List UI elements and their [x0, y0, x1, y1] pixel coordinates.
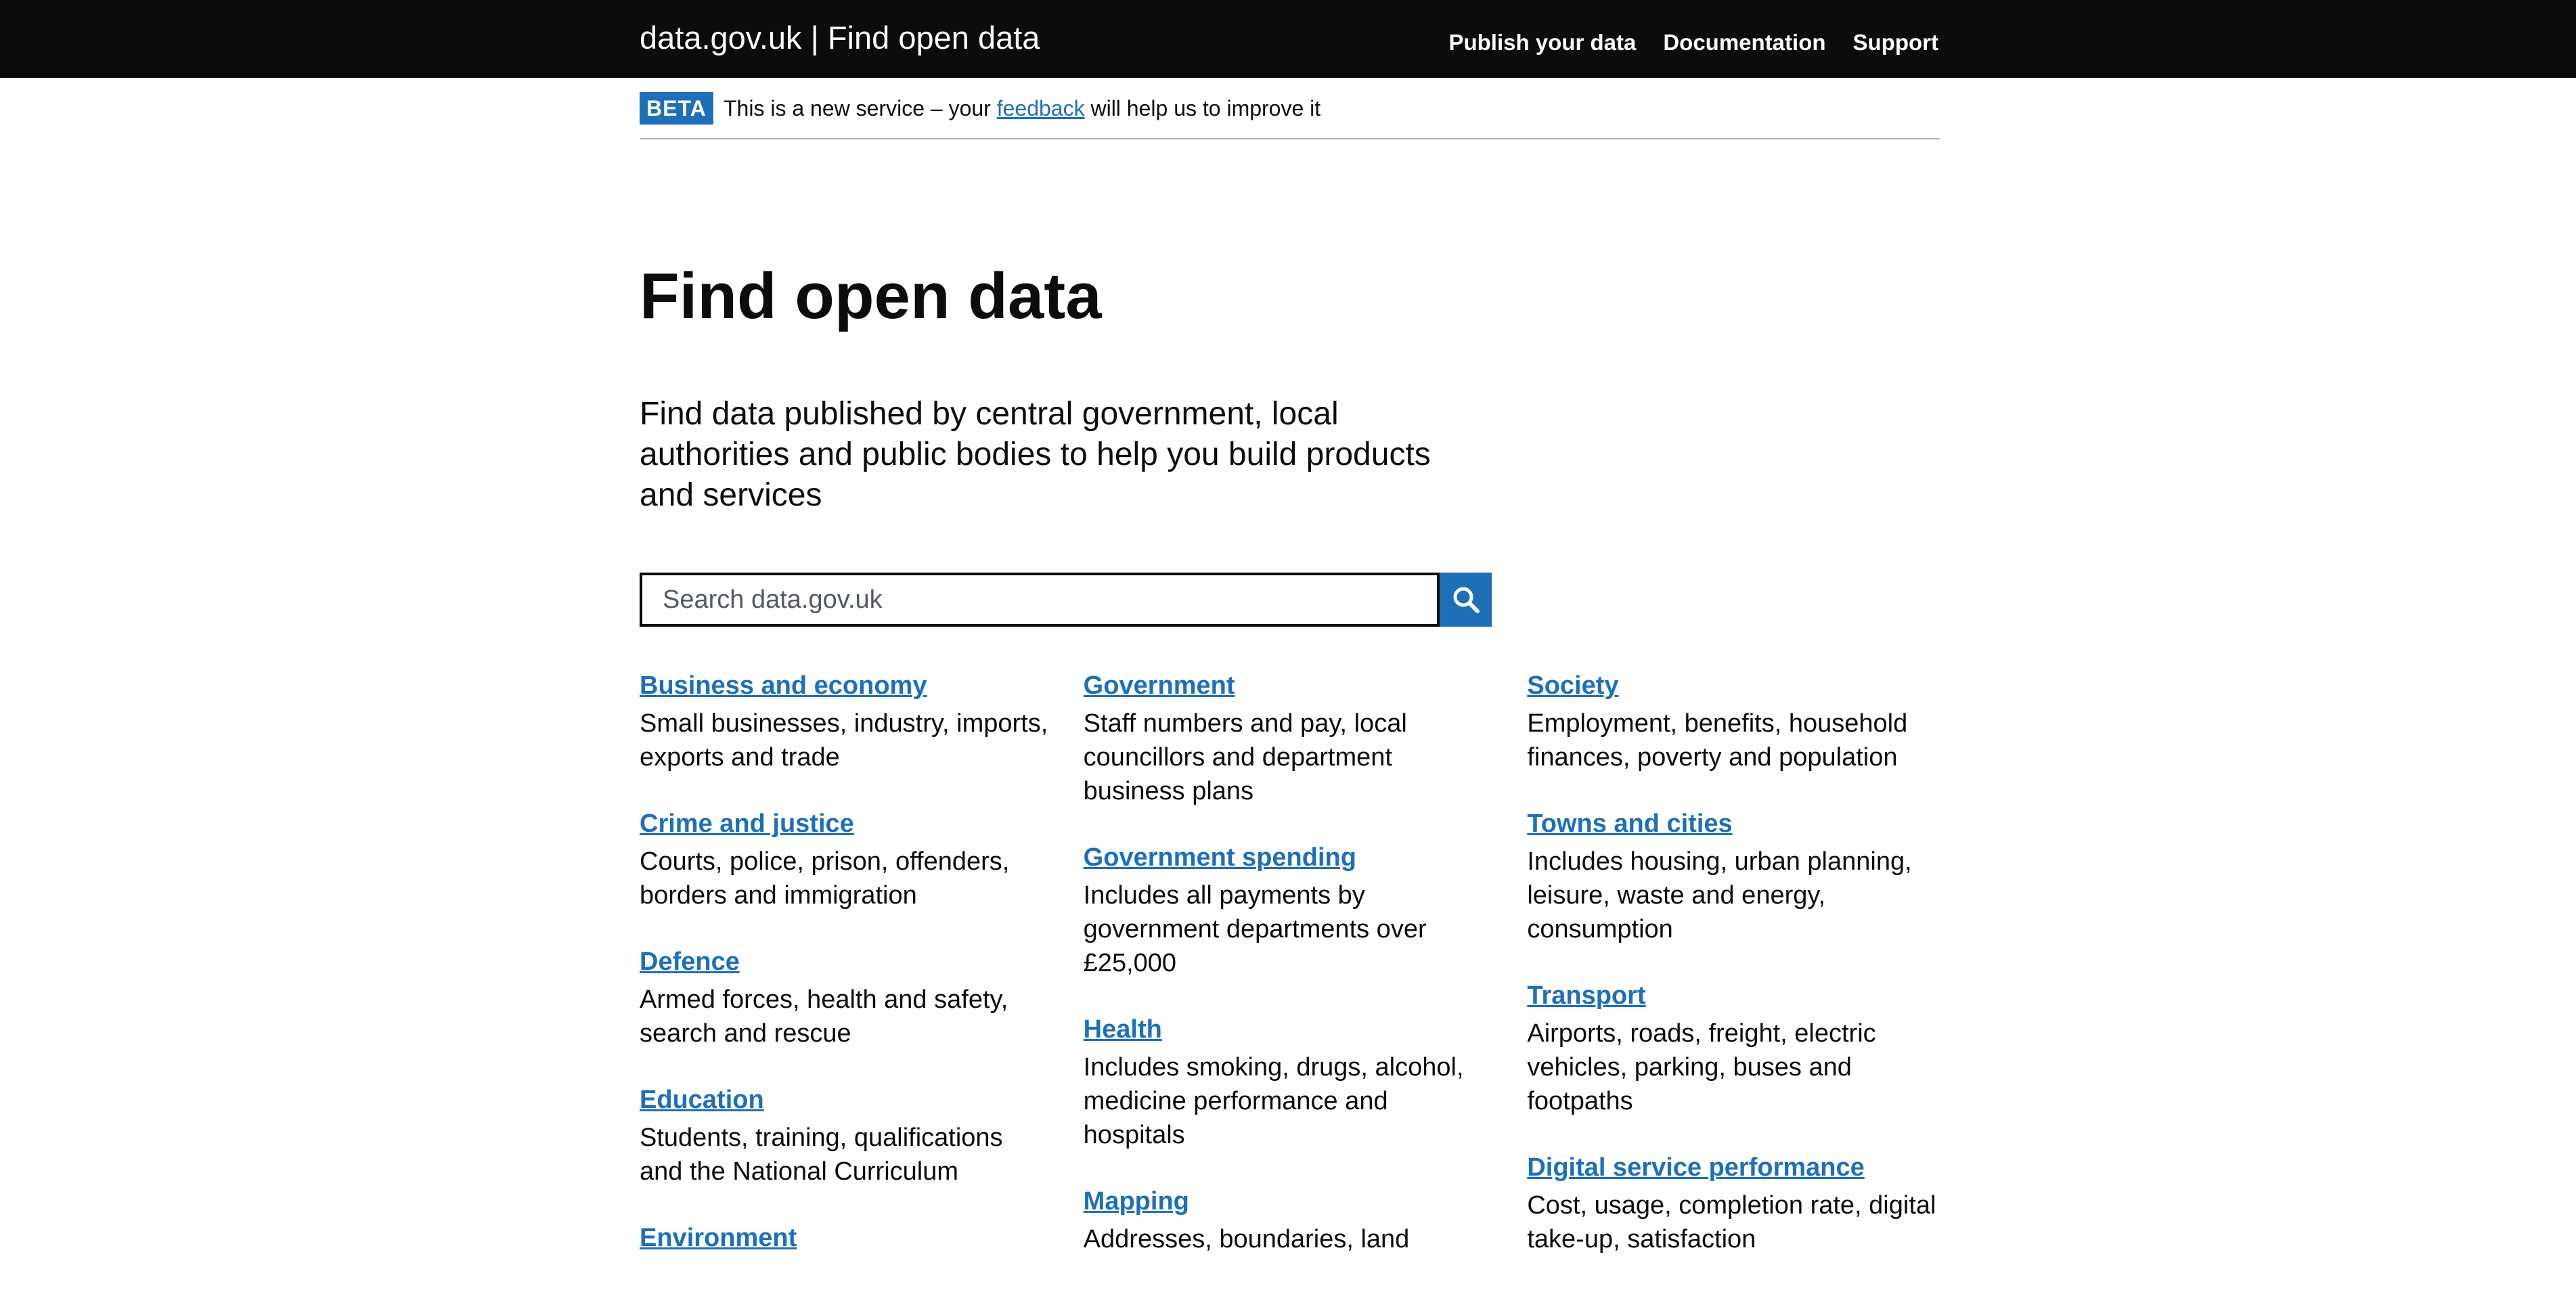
topic-link-government[interactable]: Government	[1084, 670, 1496, 701]
topic-link-mapping[interactable]: Mapping	[1084, 1186, 1496, 1217]
nav-support[interactable]: Support	[1853, 30, 1938, 55]
topic-desc-government-spending: Includes all payments by government depa…	[1083, 881, 1427, 977]
nav-documentation[interactable]: Documentation	[1663, 30, 1825, 55]
topic-business-and-economy: Business and economy Small businesses, i…	[640, 670, 1052, 774]
site-brand-link[interactable]: data.gov.uk | Find open data	[640, 19, 1040, 56]
topic-link-health[interactable]: Health	[1084, 1014, 1496, 1045]
topic-desc-digital-service-performance: Cost, usage, completion rate, digital ta…	[1527, 1191, 1936, 1253]
topic-link-towns-and-cities[interactable]: Towns and cities	[1527, 808, 1940, 839]
topic-link-society[interactable]: Society	[1527, 670, 1940, 701]
beta-tag: BETA	[640, 92, 713, 125]
topic-education: Education Students, training, qualificat…	[640, 1084, 1052, 1188]
topic-desc-health: Includes smoking, drugs, alcohol, medici…	[1083, 1053, 1464, 1149]
topic-desc-education: Students, training, qualifications and t…	[640, 1124, 1003, 1186]
topic-society: Society Employment, benefits, household …	[1527, 670, 1940, 774]
topic-desc-government: Staff numbers and pay, local councillors…	[1083, 709, 1407, 805]
feedback-link[interactable]: feedback	[997, 96, 1085, 120]
search-form	[640, 573, 1492, 627]
topic-towns-and-cities: Towns and cities Includes housing, urban…	[1527, 808, 1940, 946]
topic-crime-and-justice: Crime and justice Courts, police, prison…	[640, 808, 1052, 912]
search-icon	[1453, 587, 1480, 613]
page-lead: Find data published by central governmen…	[640, 396, 1431, 513]
topic-desc-society: Employment, benefits, household finances…	[1527, 709, 1908, 772]
topic-environment: Environment	[640, 1222, 1052, 1253]
topic-link-crime-and-justice[interactable]: Crime and justice	[640, 808, 1052, 839]
topic-column-1: Business and economy Small businesses, i…	[640, 670, 1052, 1290]
topic-column-3: Society Employment, benefits, household …	[1527, 670, 1940, 1290]
topic-desc-transport: Airports, roads, freight, electric vehic…	[1527, 1019, 1876, 1115]
beta-text-before: This is a new service – your	[724, 96, 997, 120]
topic-defence: Defence Armed forces, health and safety,…	[640, 946, 1052, 1050]
topic-transport: Transport Airports, roads, freight, elec…	[1527, 980, 1940, 1118]
header-nav: Publish your data Documentation Support	[1448, 30, 1938, 55]
topic-health: Health Includes smoking, drugs, alcohol,…	[1084, 1014, 1496, 1152]
topic-government-spending: Government spending Includes all payment…	[1084, 842, 1496, 980]
topic-link-defence[interactable]: Defence	[640, 946, 1052, 977]
topic-digital-service-performance: Digital service performance Cost, usage,…	[1527, 1152, 1940, 1256]
beta-message: This is a new service – your feedback wi…	[724, 96, 1320, 121]
topic-mapping: Mapping Addresses, boundaries, land	[1084, 1186, 1496, 1256]
beta-text-after: will help us to improve it	[1084, 96, 1321, 120]
site-header: data.gov.uk | Find open data Publish you…	[0, 0, 2576, 78]
topic-link-government-spending[interactable]: Government spending	[1084, 842, 1496, 873]
topic-desc-towns-and-cities: Includes housing, urban planning, leisur…	[1527, 847, 1912, 943]
topic-desc-defence: Armed forces, health and safety, search …	[640, 985, 1008, 1048]
topic-link-transport[interactable]: Transport	[1527, 980, 1940, 1011]
topic-column-2: Government Staff numbers and pay, local …	[1084, 670, 1496, 1290]
topic-link-digital-service-performance[interactable]: Digital service performance	[1527, 1152, 1940, 1183]
topic-desc-business-and-economy: Small businesses, industry, imports, exp…	[640, 709, 1048, 772]
topic-desc-crime-and-justice: Courts, police, prison, offenders, borde…	[640, 847, 1010, 910]
nav-publish-your-data[interactable]: Publish your data	[1448, 30, 1636, 55]
topic-government: Government Staff numbers and pay, local …	[1084, 670, 1496, 808]
phase-banner: BETA This is a new service – your feedba…	[640, 91, 1940, 139]
search-button[interactable]	[1440, 573, 1492, 627]
topic-list: Business and economy Small businesses, i…	[640, 670, 1940, 1290]
topic-link-business-and-economy[interactable]: Business and economy	[640, 670, 1052, 701]
topic-link-environment[interactable]: Environment	[640, 1222, 1052, 1253]
topic-link-education[interactable]: Education	[640, 1084, 1052, 1115]
page-title: Find open data	[640, 260, 1102, 332]
search-input[interactable]	[640, 573, 1440, 627]
topic-desc-mapping: Addresses, boundaries, land	[1083, 1225, 1410, 1253]
